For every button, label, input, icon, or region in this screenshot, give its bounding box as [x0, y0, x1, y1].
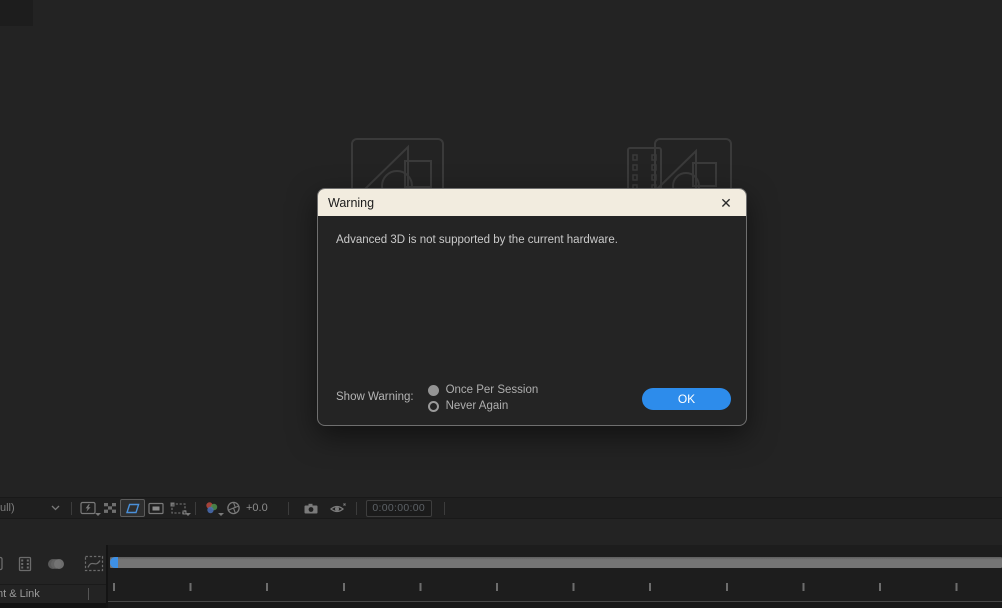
crop-region-icon[interactable] [167, 499, 191, 517]
timeline-switch-icons [0, 555, 104, 572]
dialog-footer: Show Warning: Once Per Session Never Aga… [336, 372, 731, 412]
timeline-bottom-strip [108, 601, 1002, 608]
ok-button[interactable]: OK [642, 388, 731, 410]
timecode-value: 0:00:00:00 [372, 502, 426, 514]
close-icon[interactable]: ✕ [716, 193, 736, 213]
exposure-value[interactable]: +0.0 [246, 502, 268, 514]
dialog-title: Warning [328, 195, 375, 210]
radio-never-again[interactable]: Never Again [427, 400, 539, 412]
motion-blur-icon[interactable] [46, 556, 66, 572]
parent-link-label: nt & Link [0, 588, 40, 600]
toolbar-separator [355, 501, 357, 515]
mask-visibility-icon[interactable] [120, 499, 145, 517]
toolbar-separator [71, 501, 72, 515]
column-separator[interactable] [88, 588, 89, 600]
toolbar-separator [287, 501, 289, 515]
show-snapshot-eye-icon[interactable] [326, 499, 350, 517]
resolution-dropdown[interactable]: ull) [0, 499, 66, 517]
panel-divider[interactable] [106, 545, 108, 608]
time-navigator-bar[interactable] [110, 557, 1002, 568]
show-warning-label: Show Warning: [336, 391, 414, 403]
parent-link-header[interactable]: nt & Link [0, 585, 106, 603]
composition-viewer-toolbar: ull) +0.0 0:00:00:00 [0, 497, 1002, 519]
timeline-track-area [108, 545, 1002, 608]
transparency-grid-icon[interactable] [100, 499, 120, 517]
snapshot-camera-icon[interactable] [300, 499, 322, 517]
timeline-panel: nt & Link [0, 545, 1002, 608]
region-of-interest-icon[interactable] [145, 499, 167, 517]
chevron-down-icon [51, 505, 60, 511]
warning-dialog: Warning ✕ Advanced 3D is not supported b… [317, 188, 747, 426]
radio-label: Once Per Session [445, 384, 539, 396]
resolution-value: ull) [0, 502, 15, 514]
dropdown-arrow-icon [185, 513, 191, 516]
exposure-aperture-icon[interactable] [223, 499, 244, 517]
film-frames-icon[interactable] [17, 556, 33, 572]
fast-preview-icon[interactable] [77, 499, 101, 517]
timeline-left-column: nt & Link [0, 545, 106, 608]
show-warning-radio-group: Once Per Session Never Again [427, 384, 539, 412]
toolbar-separator [443, 501, 445, 515]
dialog-titlebar[interactable]: Warning ✕ [318, 189, 746, 216]
playhead-marker[interactable] [110, 557, 118, 568]
time-ruler-ticks[interactable] [108, 583, 1002, 591]
left-column-footer [0, 603, 106, 608]
timecode-field[interactable]: 0:00:00:00 [365, 499, 432, 517]
toolbar-separator [195, 501, 196, 515]
radio-unselected-icon[interactable] [427, 400, 439, 412]
radio-label: Never Again [445, 400, 509, 412]
clipped-icon[interactable] [0, 556, 4, 571]
radio-once-per-session[interactable]: Once Per Session [427, 384, 539, 396]
radio-selected-icon[interactable] [427, 384, 439, 396]
graph-editor-icon[interactable] [84, 555, 104, 572]
channel-rgb-icon[interactable] [201, 499, 224, 517]
dialog-message: Advanced 3D is not supported by the curr… [336, 234, 618, 246]
